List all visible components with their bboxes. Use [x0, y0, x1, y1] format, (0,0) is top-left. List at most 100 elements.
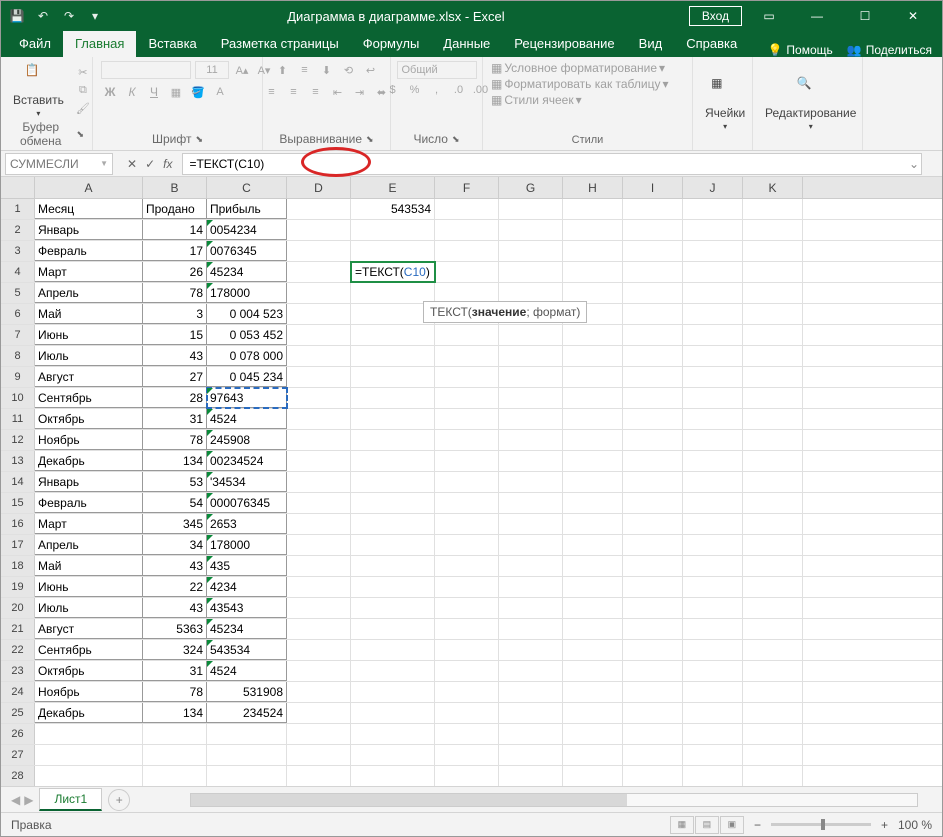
- cell[interactable]: [623, 199, 683, 219]
- cell[interactable]: Июль: [35, 346, 143, 366]
- cell[interactable]: 34: [143, 535, 207, 555]
- cell[interactable]: [287, 325, 351, 345]
- cell[interactable]: [499, 241, 563, 261]
- cell[interactable]: [435, 346, 499, 366]
- cellstyles-button[interactable]: ▦ Стили ячеек ▾: [491, 93, 582, 107]
- cell[interactable]: [435, 703, 499, 723]
- horizontal-scrollbar[interactable]: [190, 793, 918, 807]
- cell[interactable]: [743, 220, 803, 240]
- cell[interactable]: 324: [143, 640, 207, 660]
- view-layout-icon[interactable]: ▤: [695, 816, 719, 834]
- cell[interactable]: [683, 241, 743, 261]
- cell[interactable]: [743, 661, 803, 681]
- numberformat-combo[interactable]: Общий: [397, 61, 477, 79]
- row-header[interactable]: 2: [1, 220, 35, 240]
- row-header[interactable]: 23: [1, 661, 35, 681]
- cell[interactable]: [563, 451, 623, 471]
- cell[interactable]: Февраль: [35, 493, 143, 513]
- incdec-icon[interactable]: .0: [450, 81, 468, 99]
- italic-icon[interactable]: К: [123, 83, 141, 101]
- zoom-in-icon[interactable]: +: [881, 818, 888, 832]
- cell[interactable]: 178000: [207, 535, 287, 555]
- row-header[interactable]: 25: [1, 703, 35, 723]
- cell[interactable]: 134: [143, 451, 207, 471]
- cell[interactable]: [563, 661, 623, 681]
- editing-button[interactable]: 🔍Редактирование▾: [761, 74, 860, 133]
- cell[interactable]: [623, 598, 683, 618]
- cell[interactable]: [435, 325, 499, 345]
- cell[interactable]: [351, 493, 435, 513]
- cell[interactable]: 27: [143, 367, 207, 387]
- qat-customize-icon[interactable]: ▾: [87, 8, 103, 24]
- tab-insert[interactable]: Вставка: [136, 31, 208, 57]
- cell[interactable]: 45234: [207, 619, 287, 639]
- cell[interactable]: [287, 346, 351, 366]
- cell[interactable]: Сентябрь: [35, 640, 143, 660]
- cell[interactable]: [351, 661, 435, 681]
- condformat-button[interactable]: ▦ Условное форматирование ▾: [491, 61, 665, 75]
- row-header[interactable]: 18: [1, 556, 35, 576]
- cell[interactable]: [563, 703, 623, 723]
- cell[interactable]: [499, 409, 563, 429]
- paste-button[interactable]: 📋Вставить▾: [9, 61, 68, 120]
- formula-tooltip[interactable]: ТЕКСТ(значение; формат): [423, 301, 587, 323]
- row-header[interactable]: 17: [1, 535, 35, 555]
- cell[interactable]: [499, 430, 563, 450]
- save-icon[interactable]: 💾: [9, 8, 25, 24]
- aligncenter-icon[interactable]: ≡: [285, 83, 303, 101]
- outdent-icon[interactable]: ⇤: [329, 83, 347, 101]
- cell[interactable]: [563, 409, 623, 429]
- fontsize-combo[interactable]: 11: [195, 61, 229, 79]
- cell[interactable]: [499, 703, 563, 723]
- cell[interactable]: [743, 493, 803, 513]
- cell[interactable]: 54: [143, 493, 207, 513]
- expand-fxbar-icon[interactable]: ⌄: [909, 157, 919, 171]
- col-header[interactable]: K: [743, 177, 803, 198]
- alignright-icon[interactable]: ≡: [307, 83, 325, 101]
- cell[interactable]: [351, 430, 435, 450]
- cell[interactable]: 234524: [207, 703, 287, 723]
- cell[interactable]: [743, 577, 803, 597]
- cell[interactable]: [435, 388, 499, 408]
- cell[interactable]: [563, 388, 623, 408]
- cell[interactable]: [287, 640, 351, 660]
- row-header[interactable]: 24: [1, 682, 35, 702]
- cell[interactable]: [683, 367, 743, 387]
- cell[interactable]: [499, 451, 563, 471]
- cell[interactable]: [623, 325, 683, 345]
- cell[interactable]: [287, 619, 351, 639]
- cell[interactable]: [351, 283, 435, 303]
- cell[interactable]: 345: [143, 514, 207, 534]
- cell[interactable]: [623, 262, 683, 282]
- borders-icon[interactable]: ▦: [167, 83, 185, 101]
- tab-layout[interactable]: Разметка страницы: [209, 31, 351, 57]
- cell[interactable]: 0076345: [207, 241, 287, 261]
- cell[interactable]: 43: [143, 556, 207, 576]
- tab-view[interactable]: Вид: [627, 31, 675, 57]
- cell[interactable]: [287, 199, 351, 219]
- zoom-slider[interactable]: [771, 823, 871, 826]
- undo-icon[interactable]: ↶: [35, 8, 51, 24]
- cell[interactable]: [743, 409, 803, 429]
- row-header[interactable]: 5: [1, 283, 35, 303]
- cell[interactable]: [743, 346, 803, 366]
- cell[interactable]: 78: [143, 430, 207, 450]
- cell[interactable]: Июнь: [35, 325, 143, 345]
- cell[interactable]: [683, 472, 743, 492]
- row-header[interactable]: 14: [1, 472, 35, 492]
- cell[interactable]: 435: [207, 556, 287, 576]
- cell[interactable]: [435, 514, 499, 534]
- cell[interactable]: [623, 367, 683, 387]
- col-header[interactable]: B: [143, 177, 207, 198]
- cell[interactable]: [499, 682, 563, 702]
- row-header[interactable]: 9: [1, 367, 35, 387]
- cell[interactable]: [351, 325, 435, 345]
- cell[interactable]: 15: [143, 325, 207, 345]
- cell[interactable]: 78: [143, 682, 207, 702]
- col-header[interactable]: H: [563, 177, 623, 198]
- row-header[interactable]: 16: [1, 514, 35, 534]
- select-all-button[interactable]: [1, 177, 35, 198]
- cell[interactable]: [743, 619, 803, 639]
- cell[interactable]: [623, 682, 683, 702]
- cell[interactable]: Апрель: [35, 283, 143, 303]
